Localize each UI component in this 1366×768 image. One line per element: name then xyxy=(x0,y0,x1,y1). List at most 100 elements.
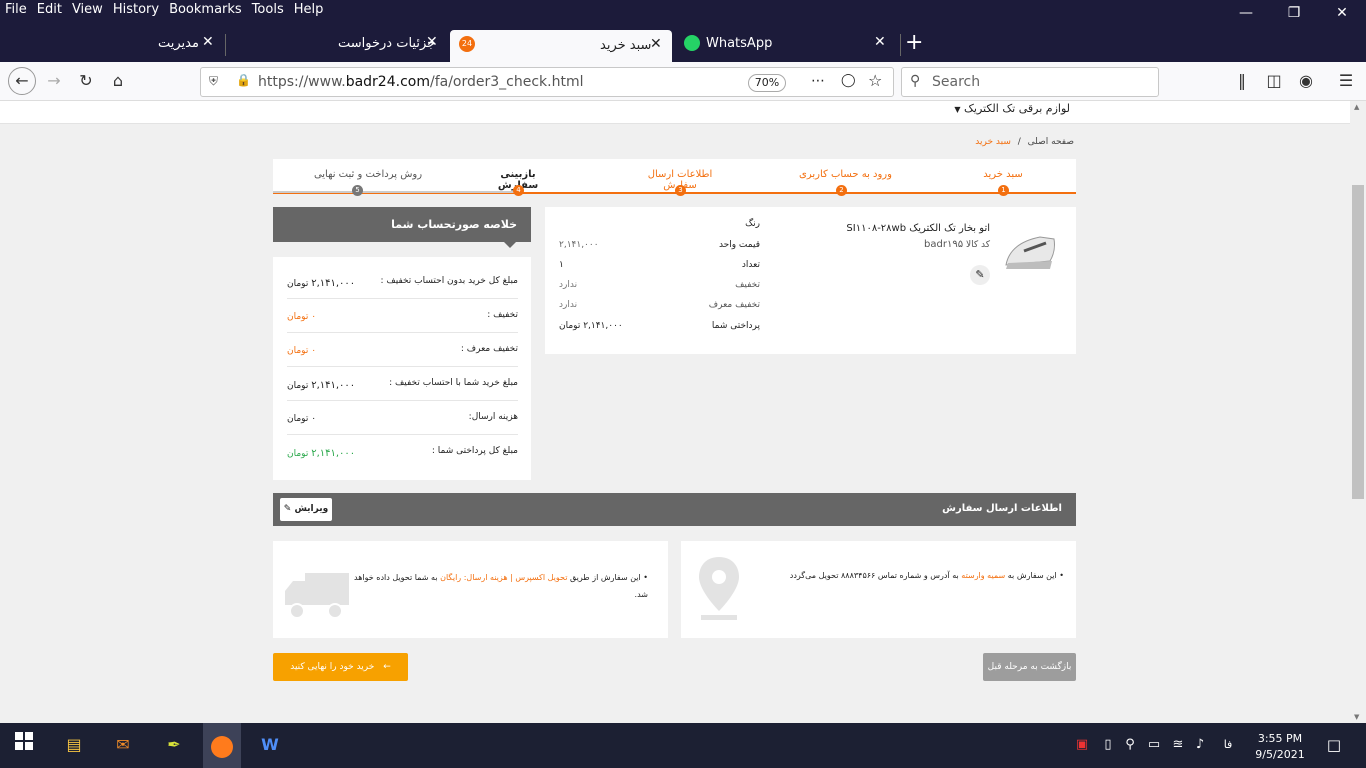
summary-value: ۰ تومان xyxy=(287,346,317,356)
clock[interactable]: 3:55 PM 9/5/2021 xyxy=(1250,731,1310,763)
breadcrumb-home[interactable]: صفحه اصلی xyxy=(1028,137,1074,147)
summary-label: هزینه ارسال: xyxy=(468,412,518,422)
step-payment[interactable]: روش پرداخت و ثبت نهایی xyxy=(313,169,423,180)
tray-app-icon[interactable]: ▣ xyxy=(1068,731,1096,759)
menu-history[interactable]: History xyxy=(108,0,164,17)
nav-bar: ← → ↻ ⌂ ⛨ 🔒 https://www.badr24.com/fa/or… xyxy=(0,62,1366,101)
lock-icon[interactable]: 🔒 xyxy=(236,73,251,87)
steps-progress-track xyxy=(273,191,519,193)
tab-admin[interactable]: مدیریت ✕ xyxy=(140,32,220,58)
tracking-shield-icon[interactable]: ⛨ xyxy=(209,74,218,89)
edit-pencil-icon[interactable]: ✎ xyxy=(970,265,990,285)
reload-icon[interactable]: ↻ xyxy=(74,70,98,94)
unit-price-value: ۲,۱۴۱,۰۰۰ xyxy=(559,240,599,250)
edit-pencil-icon: ✎ xyxy=(283,504,292,514)
step-cart[interactable]: سبد خرید xyxy=(973,169,1033,180)
step-login[interactable]: ورود به حساب کاربری xyxy=(793,169,898,180)
close-window-icon[interactable]: ✕ xyxy=(1318,0,1366,22)
start-icon[interactable] xyxy=(10,731,38,759)
step-dot: 1 xyxy=(998,185,1009,196)
menu-edit[interactable]: Edit xyxy=(32,0,67,17)
file-explorer-icon[interactable]: ▤ xyxy=(60,731,88,759)
address-bar[interactable]: ⛨ 🔒 https://www.badr24.com/fa/order3_che… xyxy=(200,67,894,97)
page-actions-icon[interactable]: ⋯ xyxy=(811,73,825,89)
your-payment-label: پرداختی شما xyxy=(711,321,760,331)
category-menu[interactable]: ▼ لوازم برقی تک الکتریک xyxy=(954,102,1070,115)
pocket-icon[interactable]: ◯ xyxy=(841,73,856,88)
new-tab-icon[interactable]: + xyxy=(905,30,923,55)
summary-row: مبلغ کل پرداختی شما : ۲,۱۴۱,۰۰۰ تومان xyxy=(287,435,518,469)
summary-title: خلاصه صورتحساب شما xyxy=(391,218,517,231)
tab-cart[interactable]: 24 سبد خرید ✕ xyxy=(450,30,672,62)
language-indicator[interactable]: فا xyxy=(1214,731,1242,759)
outlook-icon[interactable]: ✉ xyxy=(109,731,137,759)
quantity-value: ۱ xyxy=(559,260,564,270)
close-tab-icon[interactable]: ✕ xyxy=(874,34,886,50)
menu-file[interactable]: File xyxy=(0,0,32,17)
referral-discount-label: تخفیف معرف xyxy=(708,300,760,310)
scrollbar-thumb[interactable] xyxy=(1352,185,1364,499)
your-payment-value: ۲,۱۴۱,۰۰۰ تومان xyxy=(559,321,623,331)
discount-label: تخفیف xyxy=(735,280,760,290)
edit-shipping-button[interactable]: ✎ ویرایش xyxy=(280,498,332,521)
home-icon[interactable]: ⌂ xyxy=(106,70,130,94)
menu-view[interactable]: View xyxy=(67,0,108,17)
summary-label: تخفیف معرف : xyxy=(460,344,518,354)
breadcrumb: صفحه اصلی / سبد خرید xyxy=(975,137,1074,147)
step-dot: 3 xyxy=(675,185,686,196)
delivery-text: • این سفارش از طریق تحویل اکسپرس | هزینه… xyxy=(354,573,648,599)
menu-help[interactable]: Help xyxy=(289,0,329,17)
firefox-taskbar-icon[interactable] xyxy=(203,723,241,768)
notifications-icon[interactable]: □ xyxy=(1320,731,1348,759)
finish-order-button[interactable]: خرید خود را نهایی کنید ← xyxy=(273,653,408,681)
library-icon[interactable]: ‖ xyxy=(1230,70,1254,94)
tab-whatsapp[interactable]: WhatsApp ✕ xyxy=(684,32,894,58)
close-tab-icon[interactable]: ✕ xyxy=(426,34,438,50)
sidebar-icon[interactable]: ◫ xyxy=(1262,70,1286,94)
summary-row: تخفیف معرف : ۰ تومان xyxy=(287,333,518,367)
page-scrollbar[interactable]: ▲ ▼ xyxy=(1350,101,1366,723)
back-step-button[interactable]: بازگشت به مرحله قبل xyxy=(983,653,1076,681)
volume-icon[interactable]: ♪ xyxy=(1186,731,1214,759)
breadcrumb-current[interactable]: سبد خرید xyxy=(975,137,1011,147)
quantity-label: تعداد xyxy=(741,260,760,270)
tab-separator xyxy=(900,34,901,56)
summary-value: ۲,۱۴۱,۰۰۰ تومان xyxy=(287,380,356,391)
url-text[interactable]: https://www.badr24.com/fa/order3_check.h… xyxy=(258,74,584,90)
summary-value: ۲,۱۴۱,۰۰۰ تومان xyxy=(287,448,356,459)
menu-tools[interactable]: Tools xyxy=(247,0,289,17)
restore-icon[interactable]: ❐ xyxy=(1270,0,1318,22)
bookmark-star-icon[interactable]: ☆ xyxy=(868,71,882,90)
search-icon: ⚲ xyxy=(910,73,921,89)
minimize-icon[interactable]: — xyxy=(1222,0,1270,22)
menu-bookmarks[interactable]: Bookmarks xyxy=(164,0,247,17)
search-box[interactable]: ⚲ Search xyxy=(901,67,1159,97)
finish-order-label: خرید خود را نهایی کنید xyxy=(290,662,375,672)
arrow-left-icon: ← xyxy=(383,662,391,672)
summary-row: تخفیف : ۰ تومان xyxy=(287,299,518,333)
forward-icon[interactable]: → xyxy=(42,70,66,94)
account-icon[interactable]: ◉ xyxy=(1294,70,1318,94)
summary-card: مبلغ کل خرید بدون احتساب تخفیف : ۲,۱۴۱,۰… xyxy=(273,257,531,480)
menu-bar: File Edit View History Bookmarks Tools Help — … xyxy=(0,0,1366,22)
delivery-truck-icon xyxy=(281,569,351,621)
step-dot: 2 xyxy=(836,185,847,196)
tab-request-details[interactable]: جزئیات درخواست ✕ xyxy=(320,32,445,58)
whatsapp-icon xyxy=(684,35,700,51)
product-code: کد کالا badr۱۹۵ xyxy=(924,239,990,250)
scroll-up-icon[interactable]: ▲ xyxy=(1354,103,1359,111)
summary-label: مبلغ خرید شما با احتساب تخفیف : xyxy=(389,378,518,388)
app-feather-icon[interactable]: ✒ xyxy=(160,731,188,759)
back-icon[interactable]: ← xyxy=(8,67,36,95)
close-tab-icon[interactable]: ✕ xyxy=(202,34,214,50)
tab-separator xyxy=(225,34,226,56)
search-placeholder: Search xyxy=(932,74,981,90)
close-tab-icon[interactable]: ✕ xyxy=(650,36,662,52)
summary-row: مبلغ کل خرید بدون احتساب تخفیف : ۲,۱۴۱,۰… xyxy=(287,265,518,299)
app-menu-icon[interactable]: ☰ xyxy=(1334,70,1358,94)
product-name[interactable]: اتو بخار تک الکتریک SI۱۱۰۸-۲۸wb xyxy=(846,223,990,234)
word-icon[interactable]: W xyxy=(256,731,284,759)
zoom-level[interactable]: 70% xyxy=(748,74,786,92)
page-content: ▼ لوازم برقی تک الکتریک صفحه اصلی / سبد … xyxy=(0,101,1350,723)
scroll-down-icon[interactable]: ▼ xyxy=(1354,713,1359,721)
